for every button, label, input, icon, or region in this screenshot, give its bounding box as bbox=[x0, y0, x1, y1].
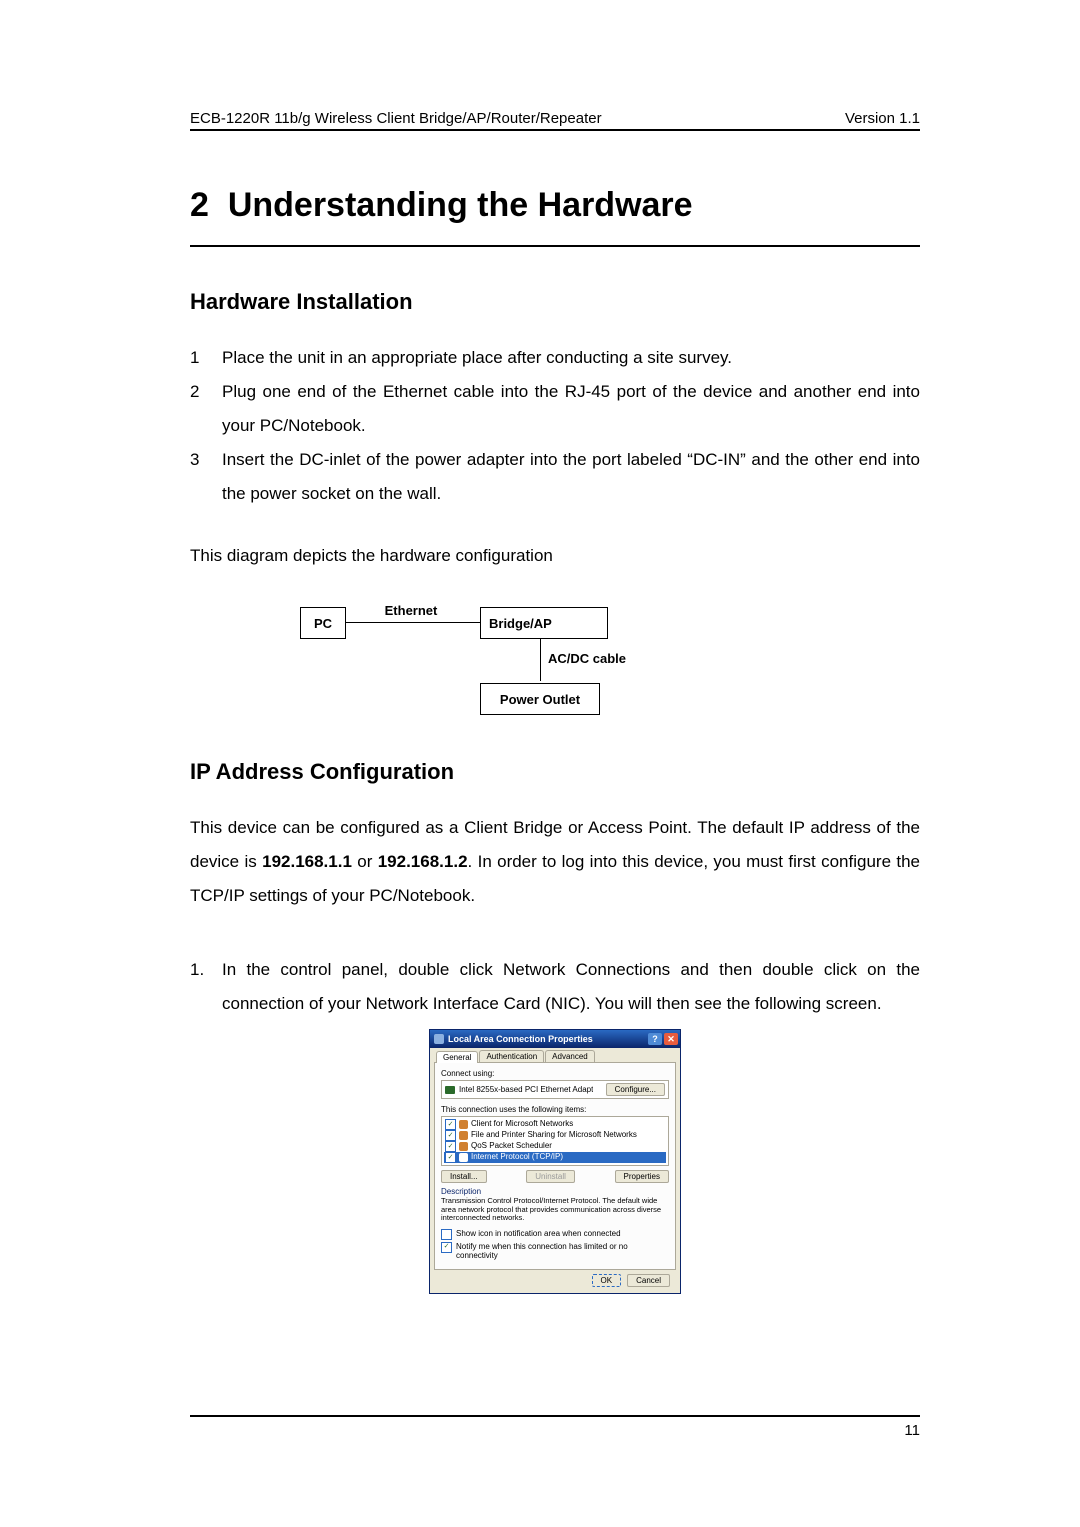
ip-intro: This device can be configured as a Clien… bbox=[190, 811, 920, 913]
show-icon-option[interactable]: Show icon in notification area when conn… bbox=[441, 1229, 669, 1240]
diagram-box-bridge: Bridge/AP bbox=[480, 607, 608, 639]
checkbox-icon[interactable]: ✓ bbox=[445, 1119, 456, 1130]
list-item[interactable]: ✓ Client for Microsoft Networks bbox=[444, 1119, 666, 1130]
step-num: 1. bbox=[190, 953, 222, 1021]
ok-button[interactable]: OK bbox=[592, 1274, 622, 1287]
ip2: 192.168.1.2 bbox=[378, 852, 468, 871]
lan-properties-dialog: Local Area Connection Properties ? ✕ Gen… bbox=[429, 1029, 681, 1294]
configure-button[interactable]: Configure... bbox=[606, 1083, 665, 1096]
step-2: 2 Plug one end of the Ethernet cable int… bbox=[190, 375, 920, 443]
step-3: 3 Insert the DC-inlet of the power adapt… bbox=[190, 443, 920, 511]
adapter-row: Intel 8255x-based PCI Ethernet Adapt Con… bbox=[441, 1080, 669, 1099]
properties-button[interactable]: Properties bbox=[615, 1170, 669, 1183]
option-label: Show icon in notification area when conn… bbox=[456, 1229, 621, 1239]
ip-intro-p2: or bbox=[352, 852, 378, 871]
connect-using-label: Connect using: bbox=[441, 1069, 669, 1078]
ip-step-1: 1. In the control panel, double click Ne… bbox=[190, 953, 920, 1021]
network-icon bbox=[434, 1034, 444, 1044]
item-label: File and Printer Sharing for Microsoft N… bbox=[471, 1130, 637, 1140]
service-icon bbox=[459, 1120, 468, 1129]
adapter-name: Intel 8255x-based PCI Ethernet Adapt bbox=[459, 1085, 593, 1094]
uses-label: This connection uses the following items… bbox=[441, 1105, 669, 1114]
section-hw-install: Hardware Installation bbox=[190, 289, 920, 315]
chapter-title: 2 Understanding the Hardware bbox=[190, 186, 920, 247]
checkbox-icon[interactable]: ✓ bbox=[445, 1152, 456, 1163]
page-number: 11 bbox=[904, 1422, 920, 1439]
tab-panel: Connect using: Intel 8255x-based PCI Eth… bbox=[434, 1062, 676, 1270]
document-page: ECB-1220R 11b/g Wireless Client Bridge/A… bbox=[0, 0, 1080, 1527]
hw-diagram: PC Ethernet Bridge/AP AC/DC cable Power … bbox=[190, 597, 920, 729]
install-button[interactable]: Install... bbox=[441, 1170, 487, 1183]
tab-advanced[interactable]: Advanced bbox=[545, 1050, 595, 1062]
chapter-text: Understanding the Hardware bbox=[228, 186, 693, 224]
checkbox-icon[interactable]: ✓ bbox=[445, 1130, 456, 1141]
step-1: 1 Place the unit in an appropriate place… bbox=[190, 341, 920, 375]
header-right: Version 1.1 bbox=[845, 110, 920, 127]
ip1: 192.168.1.1 bbox=[262, 852, 352, 871]
item-label: Client for Microsoft Networks bbox=[471, 1119, 573, 1129]
uninstall-button[interactable]: Uninstall bbox=[526, 1170, 575, 1183]
tab-authentication[interactable]: Authentication bbox=[479, 1050, 544, 1062]
item-label: QoS Packet Scheduler bbox=[471, 1141, 552, 1151]
step-text: Place the unit in an appropriate place a… bbox=[222, 341, 920, 375]
page-header: ECB-1220R 11b/g Wireless Client Bridge/A… bbox=[190, 110, 920, 131]
diagram-label-acdc: AC/DC cable bbox=[548, 651, 658, 666]
service-icon bbox=[459, 1153, 468, 1162]
service-icon bbox=[459, 1142, 468, 1151]
step-num: 1 bbox=[190, 341, 222, 375]
diagram-box-outlet: Power Outlet bbox=[480, 683, 600, 715]
description-heading: Description bbox=[441, 1187, 669, 1196]
items-list[interactable]: ✓ Client for Microsoft Networks ✓ File a… bbox=[441, 1116, 669, 1166]
diagram-connector bbox=[540, 639, 541, 681]
dialog-tabs: General Authentication Advanced bbox=[434, 1050, 676, 1062]
step-text: In the control panel, double click Netwo… bbox=[222, 953, 920, 1021]
notify-option[interactable]: ✓ Notify me when this connection has lim… bbox=[441, 1242, 669, 1261]
item-label: Internet Protocol (TCP/IP) bbox=[471, 1152, 563, 1162]
cancel-button[interactable]: Cancel bbox=[627, 1274, 670, 1287]
checkbox-icon[interactable]: ✓ bbox=[441, 1242, 452, 1253]
list-item[interactable]: ✓ File and Printer Sharing for Microsoft… bbox=[444, 1130, 666, 1141]
list-item[interactable]: ✓ QoS Packet Scheduler bbox=[444, 1141, 666, 1152]
checkbox-icon[interactable]: ✓ bbox=[445, 1141, 456, 1152]
dialog-title: Local Area Connection Properties bbox=[448, 1034, 593, 1044]
service-icon bbox=[459, 1131, 468, 1140]
header-left: ECB-1220R 11b/g Wireless Client Bridge/A… bbox=[190, 110, 602, 127]
diagram-label-ethernet: Ethernet bbox=[366, 603, 456, 618]
nic-icon bbox=[445, 1086, 455, 1094]
list-item[interactable]: ✓ Internet Protocol (TCP/IP) bbox=[444, 1152, 666, 1163]
dialog-titlebar[interactable]: Local Area Connection Properties ? ✕ bbox=[430, 1030, 680, 1048]
step-num: 3 bbox=[190, 443, 222, 511]
diagram-connector bbox=[346, 622, 480, 623]
tab-general[interactable]: General bbox=[436, 1051, 478, 1063]
step-text: Plug one end of the Ethernet cable into … bbox=[222, 375, 920, 443]
chapter-number: 2 bbox=[190, 186, 209, 224]
close-button[interactable]: ✕ bbox=[664, 1033, 678, 1045]
option-label: Notify me when this connection has limit… bbox=[456, 1242, 669, 1261]
footer-rule bbox=[190, 1415, 920, 1417]
diagram-caption: This diagram depicts the hardware config… bbox=[190, 539, 920, 573]
section-ip-config: IP Address Configuration bbox=[190, 759, 920, 785]
step-num: 2 bbox=[190, 375, 222, 443]
description-text: Transmission Control Protocol/Internet P… bbox=[441, 1197, 669, 1223]
checkbox-icon[interactable] bbox=[441, 1229, 452, 1240]
step-text: Insert the DC-inlet of the power adapter… bbox=[222, 443, 920, 511]
diagram-box-pc: PC bbox=[300, 607, 346, 639]
help-button[interactable]: ? bbox=[648, 1033, 662, 1045]
